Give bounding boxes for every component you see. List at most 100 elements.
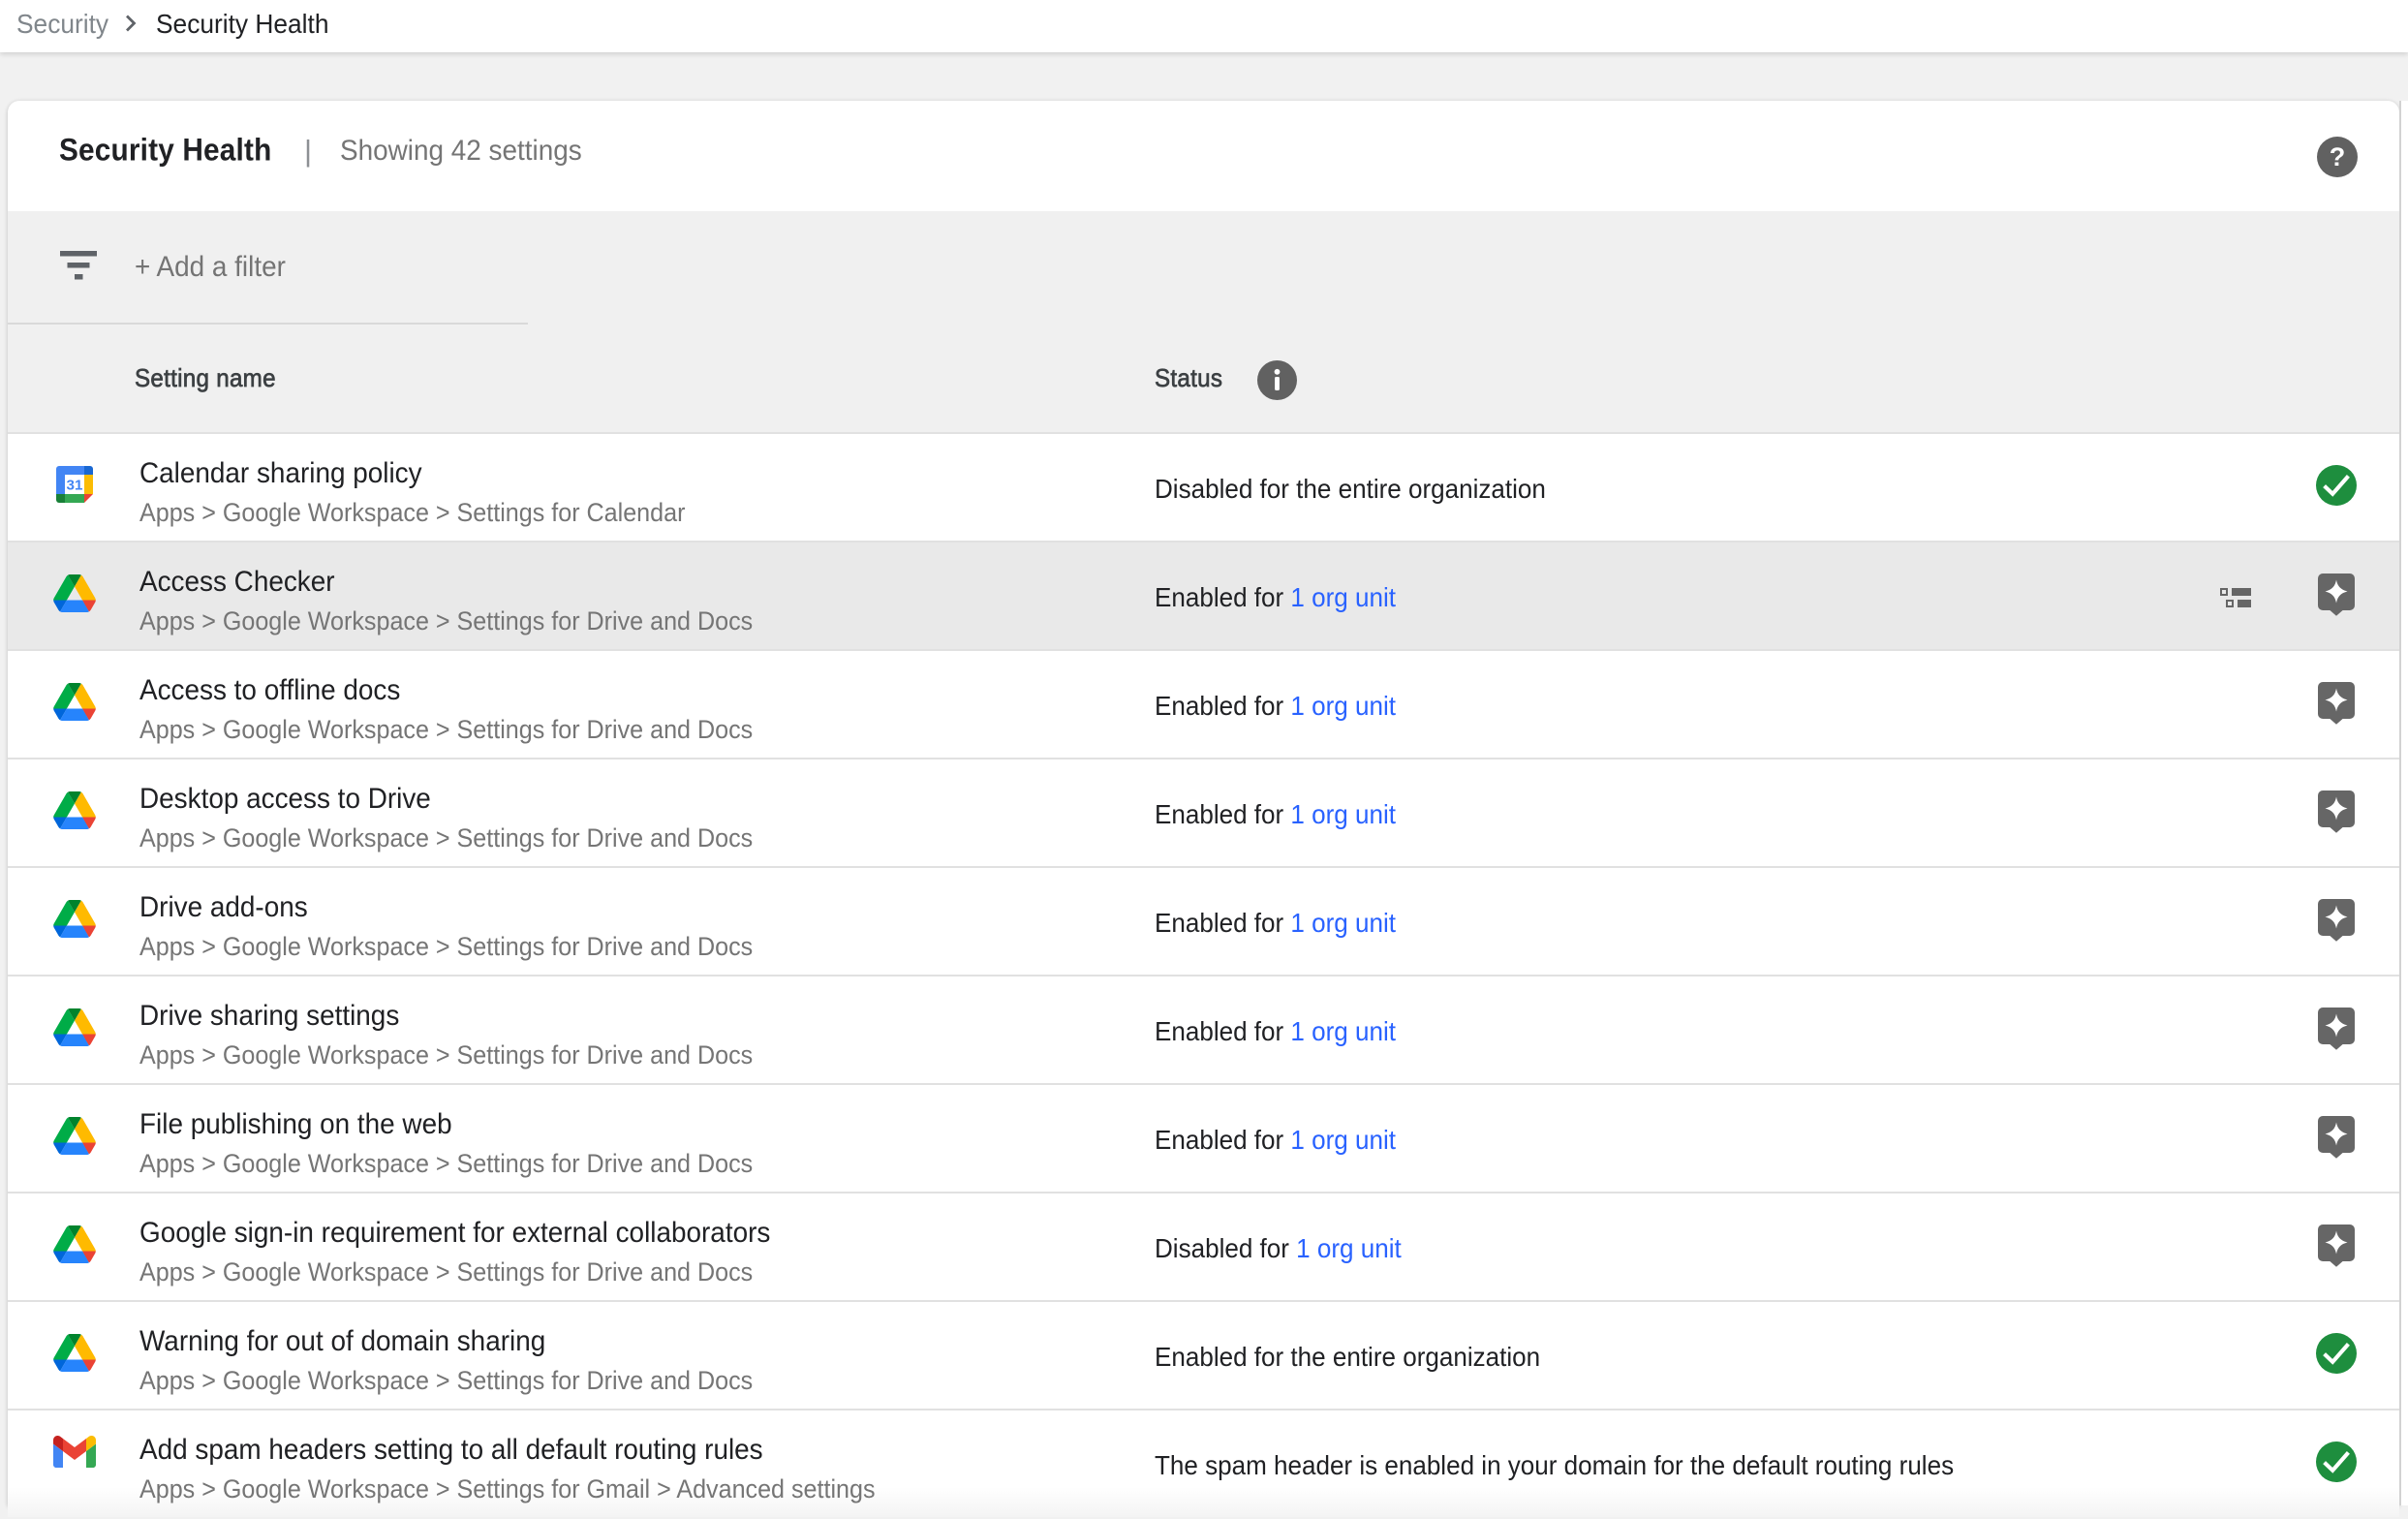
setting-name[interactable]: Access Checker (139, 566, 335, 599)
setting-name[interactable]: Warning for out of domain sharing (139, 1325, 545, 1358)
recommendation-cell[interactable] (2316, 790, 2357, 835)
breadcrumb-current: Security Health (156, 9, 328, 40)
drive-icon (53, 683, 96, 721)
setting-path: Apps > Google Workspace > Settings for G… (139, 1473, 876, 1504)
org-unit-link[interactable]: 1 org unit (1290, 1016, 1396, 1047)
org-unit-link[interactable]: 1 org unit (1296, 1233, 1402, 1264)
status-text: The spam header is enabled in your domai… (1155, 1450, 1954, 1481)
svg-text:?: ? (2330, 142, 2346, 171)
app-icon-cell (53, 1085, 96, 1192)
app-icon-cell: 31 (53, 434, 96, 541)
app-icon-cell (53, 542, 96, 649)
setting-name[interactable]: Drive sharing settings (139, 1000, 399, 1033)
chevron-right-icon (122, 12, 145, 40)
recommendation-cell[interactable] (2316, 1008, 2357, 1052)
setting-name[interactable]: Desktop access to Drive (139, 783, 431, 816)
status-text: Enabled for the entire organization (1155, 1342, 1540, 1373)
table-row[interactable]: 31 Calendar sharing policy Apps > Google … (8, 432, 2399, 541)
app-icon-cell (53, 868, 96, 975)
card-header: Security Health | Showing 42 settings ? (8, 101, 2399, 211)
table-row[interactable]: Add spam headers setting to all default … (8, 1409, 2399, 1517)
security-health-card: Security Health | Showing 42 settings ? … (8, 101, 2399, 1505)
setting-path: Apps > Google Workspace > Settings for D… (139, 1148, 753, 1179)
setting-path: Apps > Google Workspace > Settings for D… (139, 714, 753, 745)
setting-status: Enabled for 1 org unit (1155, 976, 1396, 1085)
status-ok-cell (2316, 465, 2357, 510)
setting-status: Enabled for 1 org unit (1155, 760, 1396, 868)
table-row[interactable]: Drive add-ons Apps > Google Workspace > S… (8, 866, 2399, 975)
org-unit-link[interactable]: 1 org unit (1290, 582, 1396, 613)
recommendation-badge-icon (2318, 790, 2355, 835)
status-text: Enabled for (1155, 691, 1290, 722)
recommendation-badge-icon (2318, 682, 2355, 727)
recommendation-cell[interactable] (2316, 1116, 2357, 1161)
org-unit-link[interactable]: 1 org unit (1290, 1125, 1396, 1156)
setting-path: Apps > Google Workspace > Settings for D… (139, 931, 753, 962)
setting-path: Apps > Google Workspace > Settings for D… (139, 605, 753, 636)
status-text: Enabled for (1155, 1125, 1290, 1156)
setting-status: Enabled for 1 org unit (1155, 542, 1396, 651)
table-row[interactable]: File publishing on the web Apps > Google … (8, 1083, 2399, 1192)
status-text: Enabled for (1155, 908, 1290, 939)
table-row[interactable]: Access to offline docs Apps > Google Work… (8, 649, 2399, 758)
table-row[interactable]: Warning for out of domain sharing Apps > … (8, 1300, 2399, 1409)
table-row[interactable]: Access Checker Apps > Google Workspace > … (8, 541, 2399, 649)
org-unit-link[interactable]: 1 org unit (1290, 691, 1396, 722)
recommendation-badge-icon (2318, 1008, 2355, 1052)
setting-path: Apps > Google Workspace > Settings for D… (139, 822, 753, 853)
scrollbar-track[interactable] (2399, 101, 2408, 1505)
svg-text:31: 31 (67, 477, 83, 493)
status-ok-cell (2316, 1442, 2357, 1486)
org-unit-link[interactable]: 1 org unit (1290, 799, 1396, 830)
setting-path: Apps > Google Workspace > Settings for D… (139, 1039, 753, 1070)
gmail-icon (53, 1436, 96, 1468)
page-title: Security Health (59, 132, 271, 168)
drive-icon (53, 791, 96, 829)
setting-name[interactable]: Google sign-in requirement for external … (139, 1217, 770, 1250)
setting-name[interactable]: Drive add-ons (139, 891, 308, 924)
help-icon[interactable]: ? (2317, 137, 2358, 177)
org-unit-link[interactable]: 1 org unit (1290, 908, 1396, 939)
setting-path: Apps > Google Workspace > Settings for D… (139, 1256, 753, 1287)
setting-name[interactable]: Access to offline docs (139, 674, 400, 707)
info-icon[interactable] (1257, 360, 1297, 400)
setting-status: Enabled for the entire organization (1155, 1302, 1540, 1410)
app-icon-cell (53, 760, 96, 866)
status-ok-icon (2316, 1442, 2357, 1482)
recommendation-cell[interactable] (2316, 574, 2357, 618)
filter-and-header-band: + Add a filter Setting name Status (8, 211, 2399, 432)
recommendation-cell[interactable] (2316, 899, 2357, 944)
recommendation-badge-icon (2318, 1224, 2355, 1269)
setting-status: The spam header is enabled in your domai… (1155, 1410, 1954, 1519)
recommendation-badge-icon (2318, 1116, 2355, 1161)
status-text: Disabled for the entire organization (1155, 474, 1546, 505)
setting-name[interactable]: Add spam headers setting to all default … (139, 1434, 763, 1467)
table-row[interactable]: Drive sharing settings Apps > Google Work… (8, 975, 2399, 1083)
recommendation-cell[interactable] (2316, 1224, 2357, 1269)
table-row[interactable]: Desktop access to Drive Apps > Google Wor… (8, 758, 2399, 866)
drive-icon (53, 1225, 96, 1263)
setting-status: Enabled for 1 org unit (1155, 651, 1396, 760)
drive-icon (53, 900, 96, 938)
app-icon-cell (53, 1194, 96, 1300)
app-icon-cell (53, 651, 96, 758)
setting-name[interactable]: File publishing on the web (139, 1108, 452, 1141)
status-text: Disabled for (1155, 1233, 1296, 1264)
status-ok-cell (2316, 1333, 2357, 1378)
table-row[interactable]: Google sign-in requirement for external … (8, 1192, 2399, 1300)
status-ok-icon (2316, 465, 2357, 506)
setting-status: Enabled for 1 org unit (1155, 868, 1396, 976)
column-header-status: Status (1155, 324, 1222, 432)
recommendation-cell[interactable] (2316, 682, 2357, 727)
status-text: Enabled for (1155, 799, 1290, 830)
setting-status: Disabled for the entire organization (1155, 434, 1546, 542)
app-icon-cell (53, 1410, 96, 1517)
setting-name[interactable]: Calendar sharing policy (139, 457, 422, 490)
filter-icon[interactable] (60, 251, 97, 280)
add-filter-button[interactable]: + Add a filter (135, 211, 286, 324)
setting-path: Apps > Google Workspace > Settings for D… (139, 1365, 753, 1396)
breadcrumb-parent-link[interactable]: Security (16, 9, 108, 40)
drive-icon (53, 1334, 96, 1372)
drive-icon (53, 1008, 96, 1046)
setting-path: Apps > Google Workspace > Settings for C… (139, 497, 685, 528)
